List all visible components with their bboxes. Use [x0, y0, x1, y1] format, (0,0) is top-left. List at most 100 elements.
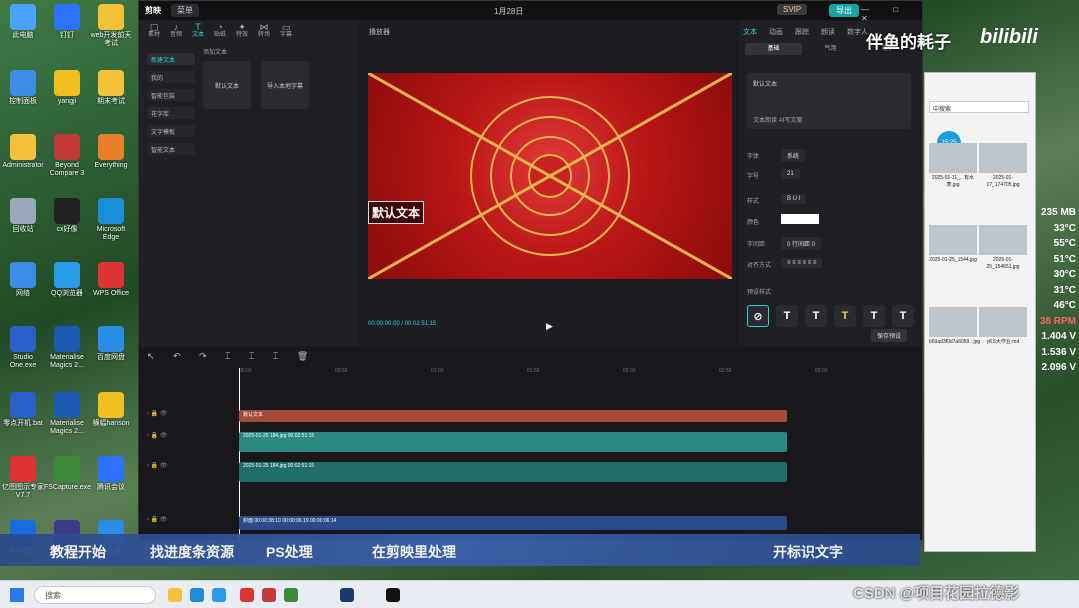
desktop-icon[interactable]: web开发前天考试	[88, 4, 134, 48]
text-subtab[interactable]: 基础	[745, 43, 802, 55]
sidebar-item[interactable]: 花字库	[147, 107, 195, 119]
desktop-icon[interactable]: 期末考试	[88, 70, 134, 106]
desktop-icon[interactable]: Materialise Magics 2...	[44, 326, 90, 370]
timeline-clip[interactable]: 2025-01-25 184.jpg 00:02:51:15	[239, 462, 787, 482]
text-content-box[interactable]: 默认文本 文本朗读 AI写文案	[747, 73, 911, 129]
file-thumbnail[interactable]: yKS大作业.md	[979, 307, 1027, 346]
desktop-icon[interactable]: FSCapture.exe	[44, 456, 91, 492]
desktop-icon[interactable]: 此电脑	[0, 4, 46, 40]
file-thumbnail[interactable]: 2025-01-11_...有水表.jpg	[929, 143, 977, 189]
property-tab[interactable]: 朗读	[821, 27, 835, 37]
preset-style[interactable]: T	[776, 305, 798, 327]
video-canvas[interactable]: 默认文本	[368, 73, 732, 279]
property-value[interactable]: ≡ ≡ ≡ ≡ ≡ ≡	[781, 258, 823, 268]
export-button[interactable]: 导出	[829, 4, 859, 17]
desktop-icon[interactable]: Administrator	[0, 134, 46, 170]
sidebar-item[interactable]: 智能包装	[147, 89, 195, 101]
sidebar-item[interactable]: 智能文本	[147, 143, 195, 155]
desktop-icon[interactable]: 腾讯会议	[88, 456, 134, 492]
left-tab[interactable]: ◔ 贴纸	[209, 21, 231, 43]
desktop-icon[interactable]: 亿图图示专家V7.7	[0, 456, 46, 500]
taskbar-search[interactable]: 搜索	[34, 586, 156, 604]
wps-icon[interactable]	[240, 588, 254, 602]
track-controls[interactable]: ▫ 🔒 👁	[147, 410, 168, 417]
default-text-card[interactable]: 默认文本	[203, 61, 251, 109]
desktop-icon[interactable]: Studio One.exe	[0, 326, 46, 370]
textbox-tools[interactable]: 文本朗读 AI写文案	[753, 115, 802, 124]
menu-button[interactable]: 菜单	[171, 4, 199, 17]
property-tab[interactable]: 文本	[743, 27, 757, 37]
timeline-clip[interactable]: 2025-01-25 184.jpg 00:02:51:15	[239, 432, 787, 452]
track-controls[interactable]: ▫ 🔒 👁	[147, 432, 168, 439]
property-value[interactable]: 0 行间距 0	[781, 237, 822, 250]
property-row: 对齐方式 ≡ ≡ ≡ ≡ ≡ ≡	[747, 258, 915, 272]
timeline-clip[interactable]: 封面 00:00:38:10 00:00:06:19 00:00:06:14	[239, 516, 787, 530]
ruler-tick: 01:50	[527, 368, 540, 374]
left-tab[interactable]: ♪ 音频	[165, 21, 187, 43]
save-preset-button[interactable]: 保存预设	[871, 329, 908, 342]
track-controls[interactable]: ▫ 🔒 👁	[147, 462, 168, 469]
file-thumbnail[interactable]: b69ad3f0d7a6059...jpg	[929, 307, 981, 346]
edge-icon[interactable]	[190, 588, 204, 602]
left-tab[interactable]: ▢ 素材	[143, 21, 165, 43]
file-name: b69ad3f0d7a6059...jpg	[929, 339, 981, 345]
desktop-icon[interactable]: 回收站	[0, 198, 46, 234]
property-tab[interactable]: 数字人	[847, 27, 868, 37]
desktop-icon[interactable]: QQ浏览器	[44, 262, 90, 298]
windows-start-icon[interactable]	[10, 588, 24, 602]
desktop-icon[interactable]: Everything	[88, 134, 134, 170]
sidebar-item[interactable]: 文字模板	[147, 125, 195, 137]
desktop-icon[interactable]: 百度网盘	[88, 326, 134, 362]
capcut-icon[interactable]	[386, 588, 400, 602]
play-button[interactable]: ▶	[546, 321, 553, 332]
desktop-icon[interactable]: Beyond Compare 3	[44, 134, 90, 178]
timeline-clip[interactable]: 默认文本	[239, 410, 787, 422]
photoshop-icon[interactable]	[340, 588, 354, 602]
left-tab[interactable]: ⋈ 转场	[253, 21, 275, 43]
qq-browser-icon[interactable]	[212, 588, 226, 602]
desktop-icon[interactable]: 钉钉	[44, 4, 90, 40]
desktop-icon[interactable]: 控制面板	[0, 70, 46, 106]
sidebar-item[interactable]: 新建文本	[147, 53, 195, 65]
playhead[interactable]	[239, 368, 240, 538]
svip-badge[interactable]: SVIP	[777, 4, 808, 15]
canvas-text[interactable]: 默认文本	[368, 201, 425, 224]
property-value[interactable]: B U I	[781, 194, 807, 204]
preset-style[interactable]: T	[863, 305, 885, 327]
desktop-icon[interactable]: 零点开机.bat	[0, 392, 46, 428]
file-thumbnail[interactable]: 2025-01-17_174705.jpg	[979, 143, 1027, 189]
property-tab[interactable]: 动画	[769, 27, 783, 37]
file-explorer-icon[interactable]	[168, 588, 182, 602]
preset-style[interactable]: T	[805, 305, 827, 327]
timeline-toolbar[interactable]: ↖ ↶ ↷ ⌶ ⌶ ⌶ 🗑	[139, 348, 922, 366]
property-tab[interactable]: 跟踪	[795, 27, 809, 37]
desktop-icon[interactable]: cx好像	[44, 198, 90, 234]
property-value[interactable]: 系统	[781, 149, 806, 162]
import-subtitle-card[interactable]: 导入本地字幕	[261, 61, 309, 109]
desktop-icon[interactable]: WPS Office	[88, 262, 134, 298]
color-swatch[interactable]	[781, 214, 819, 224]
preset-style[interactable]: ⊘	[747, 305, 769, 327]
sidebar-item[interactable]: 我的	[147, 71, 195, 83]
desktop-icon[interactable]: Materialise Magics 2...	[44, 392, 90, 436]
left-tabs: ▢ 素材 ♪ 音频 T 文本 ◔ 贴纸 ✦ 特效 ⋈ 转场 ▭ 字幕	[139, 21, 359, 43]
desktop-icon[interactable]: Microsoft Edge	[88, 198, 134, 242]
explorer-search[interactable]: 中搜索	[929, 101, 1029, 113]
property-value[interactable]: 21	[781, 169, 800, 179]
left-tab[interactable]: T 文本	[187, 21, 209, 43]
app-icon	[98, 456, 124, 482]
preset-style[interactable]: T	[892, 305, 914, 327]
file-thumbnail[interactable]: 2025-01-25_1544.jpg	[929, 225, 977, 264]
desktop-icon[interactable]: yangji	[44, 70, 90, 106]
wechat-icon[interactable]	[284, 588, 298, 602]
file-thumbnail[interactable]: 2025-01-25_154651.jpg	[979, 225, 1027, 271]
left-tab[interactable]: ✦ 特效	[231, 21, 253, 43]
desktop-icon[interactable]: 横幅hanson	[88, 392, 134, 428]
text-subtab[interactable]: 气泡	[802, 43, 859, 55]
left-tab[interactable]: ▭ 字幕	[275, 21, 297, 43]
track-controls[interactable]: ▫ 🔒 👁	[147, 516, 168, 523]
thumbnail-image	[929, 307, 977, 337]
preset-style[interactable]: T	[834, 305, 856, 327]
app-64-icon[interactable]	[262, 588, 276, 602]
desktop-icon[interactable]: 网络	[0, 262, 46, 298]
